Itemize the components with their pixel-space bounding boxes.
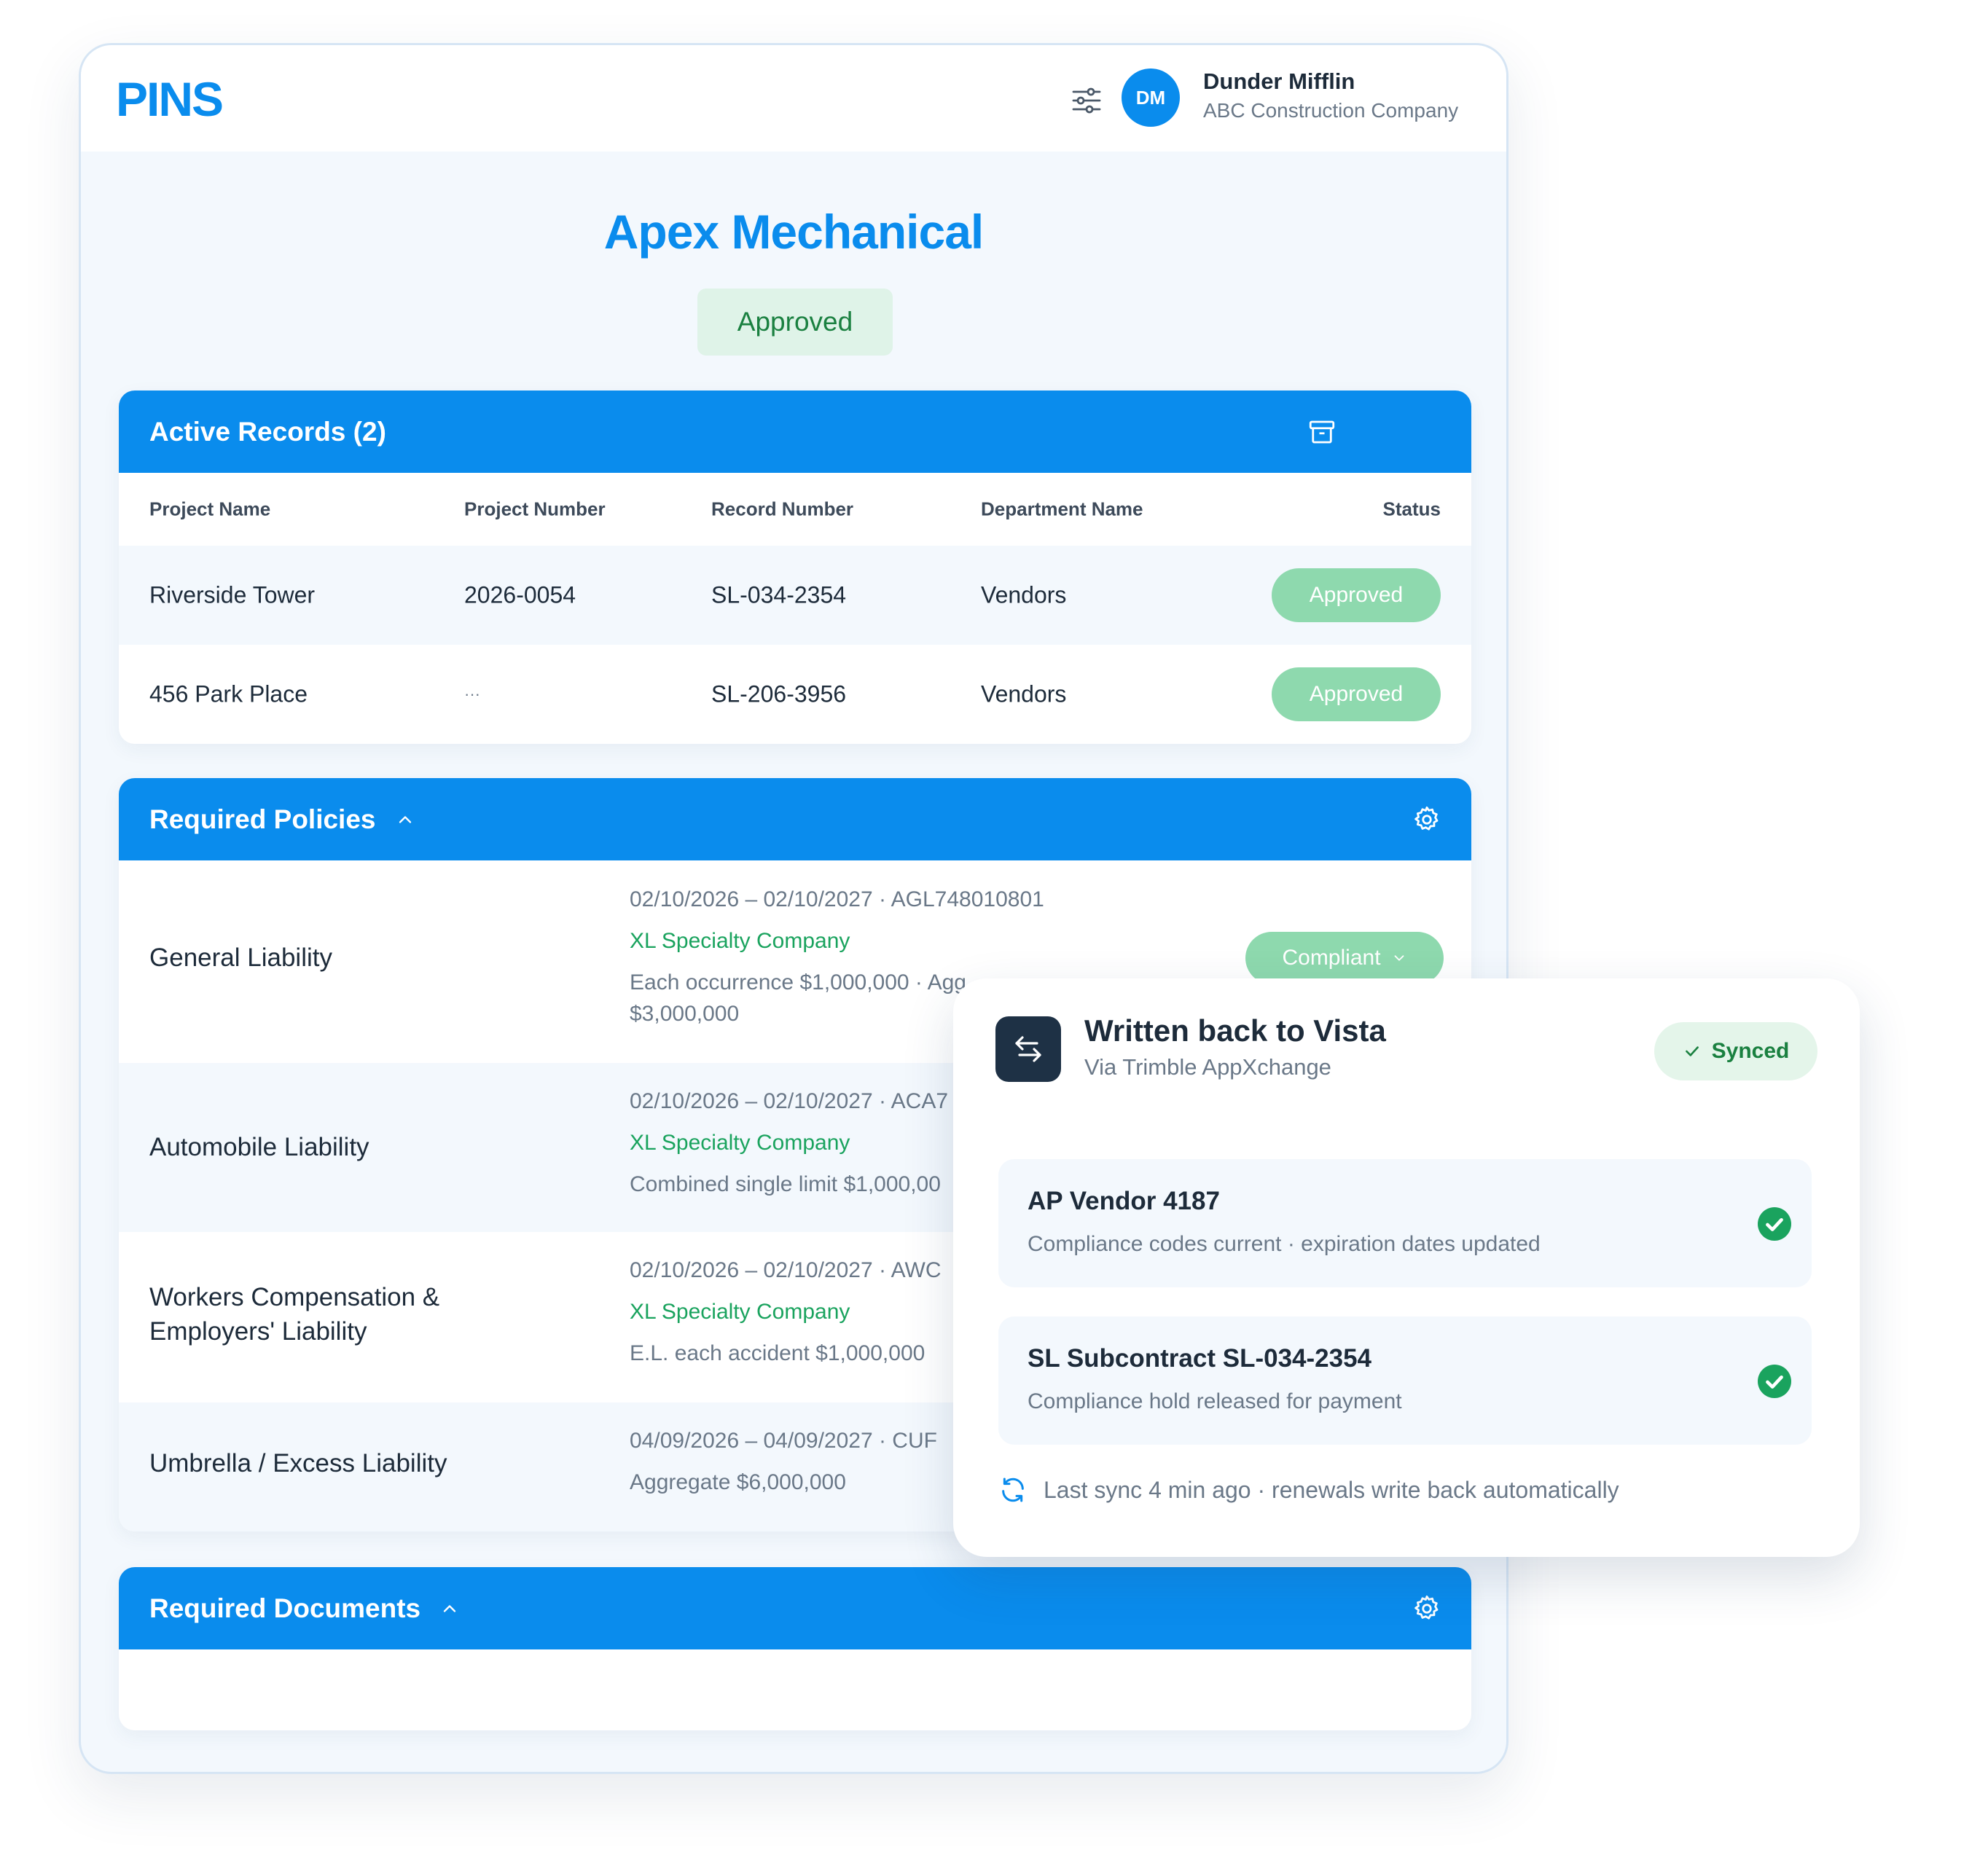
sync-item-detail: Compliance codes current · expiration da… [1028,1232,1541,1256]
synced-badge: Synced [1654,1022,1817,1080]
top-bar: PINS DM Dunder Mifflin ABC Construction … [81,45,1506,152]
gear-icon[interactable] [1412,804,1442,835]
policy-limits: Each occurrence $1,000,000 · Agg [630,970,966,994]
project-name-cell: Riverside Tower [149,581,316,608]
column-header[interactable]: Department Name [981,498,1143,521]
user-name: Dunder Mifflin [1203,68,1355,94]
avatar[interactable]: DM [1122,68,1180,127]
column-header[interactable]: Status [1383,498,1441,521]
chevron-down-icon [1394,955,1404,961]
checkmark-icon [1685,1046,1699,1056]
refresh-icon[interactable] [998,1475,1028,1504]
compliance-status-dropdown[interactable]: Compliant [1245,932,1444,984]
record-number-cell: SL-034-2354 [711,581,847,608]
popup-title: Written back to Vista [1084,1013,1386,1048]
policy-name: Automobile Liability [149,1133,369,1161]
vista-sync-popup: Written back to Vista Via Trimble AppXch… [953,978,1860,1557]
table-header-row: Project Name Project Number Record Numbe… [119,473,1471,546]
column-header[interactable]: Record Number [711,498,853,521]
policy-limits-cont: $3,000,000 [630,1002,740,1026]
user-company: ABC Construction Company [1203,99,1459,122]
popup-subtitle: Via Trimble AppXchange [1084,1054,1331,1080]
table-row[interactable]: Riverside Tower 2026-0054 SL-034-2354 Ve… [119,546,1471,645]
sync-item-detail: Compliance hold released for payment [1028,1389,1402,1413]
active-records-title: Active Records (2) [149,416,386,447]
sliders-icon[interactable] [1069,83,1104,118]
chevron-up-icon[interactable] [395,809,415,830]
page-title: Apex Mechanical [603,205,985,259]
required-policies-header[interactable]: Required Policies [119,778,1471,860]
sync-item[interactable]: SL Subcontract SL-034-2354 Compliance ho… [998,1316,1812,1445]
pins-logo[interactable]: PINS [116,71,224,127]
record-number-cell: SL-206-3956 [711,680,847,707]
department-cell: Vendors [981,581,1067,608]
policy-insurer: XL Specialty Company [630,1131,850,1155]
policy-limits: Aggregate $6,000,000 [630,1470,846,1494]
sync-item[interactable]: AP Vendor 4187 Compliance codes current … [998,1159,1812,1287]
policy-dates: 02/10/2026 – 02/10/2027 · ACA7 [630,1089,949,1113]
project-number-cell: 2026-0054 [464,581,576,608]
sync-footer: Last sync 4 min ago · renewals write bac… [998,1475,1619,1504]
table-row[interactable]: 456 Park Place ··· SL-206-3956 Vendors A… [119,645,1471,744]
required-documents-card: Required Documents [119,1567,1471,1730]
required-documents-title: Required Documents [149,1593,421,1623]
active-records-header: Active Records (2) [119,391,1471,473]
chevron-up-icon[interactable] [439,1598,460,1619]
required-policies-title: Required Policies [149,804,376,834]
policy-dates: 02/10/2026 – 02/10/2027 · AWC [630,1258,942,1282]
sync-footer-text: Last sync 4 min ago · renewals write bac… [1044,1476,1619,1503]
policy-limits: Combined single limit $1,000,00 [630,1172,941,1196]
swap-arrows-icon [995,1016,1061,1082]
status-badge: Approved [697,289,893,356]
column-header[interactable]: Project Name [149,498,270,521]
policy-dates: 04/09/2026 – 04/09/2027 · CUF [630,1429,937,1453]
project-name-cell: 456 Park Place [149,680,308,707]
policy-limits: E.L. each accident $1,000,000 [630,1341,925,1365]
sync-item-title: SL Subcontract SL-034-2354 [1028,1344,1372,1373]
sync-item-title: AP Vendor 4187 [1028,1187,1220,1215]
active-records-card: Active Records (2) Project Name Project … [119,391,1471,744]
archive-icon[interactable] [1307,417,1337,447]
department-cell: Vendors [981,680,1067,707]
policy-name: Umbrella / Excess Liability [149,1449,447,1478]
policy-name-cont: Employers' Liability [149,1317,367,1346]
compliance-status-label: Compliant [1282,946,1381,970]
required-documents-header[interactable]: Required Documents [119,1567,1471,1649]
policy-dates: 02/10/2026 – 02/10/2027 · AGL748010801 [630,887,1044,911]
check-circle-icon [1758,1365,1791,1398]
synced-label: Synced [1711,1039,1790,1063]
status-pill[interactable]: Approved [1272,667,1441,721]
policy-name: Workers Compensation & [149,1283,440,1311]
column-header[interactable]: Project Number [464,498,606,521]
policy-insurer: XL Specialty Company [630,1300,850,1324]
project-number-cell: ··· [464,685,480,703]
policy-insurer: XL Specialty Company [630,929,850,953]
gear-icon[interactable] [1412,1593,1442,1624]
status-pill[interactable]: Approved [1272,568,1441,622]
policy-name: General Liability [149,943,332,972]
check-circle-icon [1758,1207,1791,1241]
